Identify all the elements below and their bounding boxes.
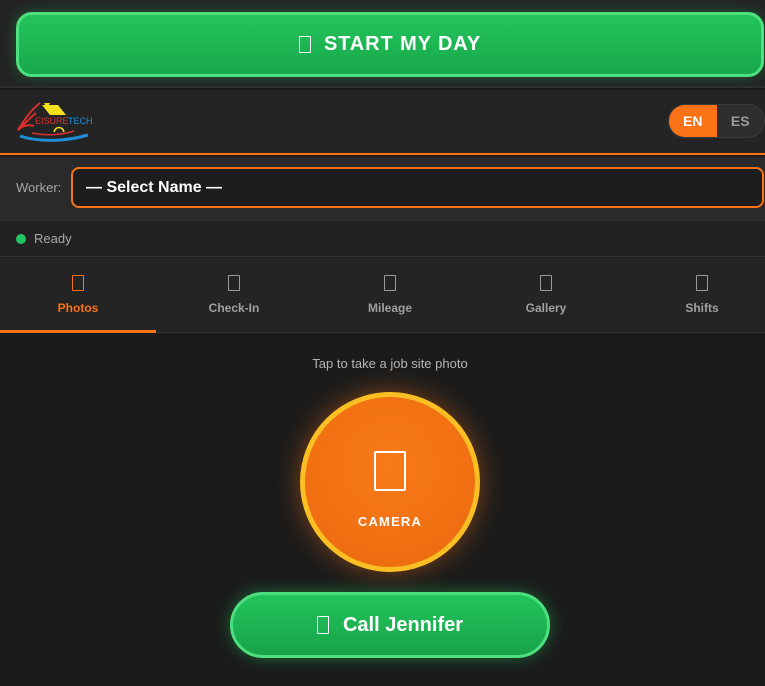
photo-hint: Tap to take a job site photo <box>312 356 468 371</box>
leisuretech-logo: EISURE TECH <box>17 102 93 142</box>
top-bar: START MY DAY <box>0 0 765 88</box>
worker-row: Worker: — Select Name — <box>0 157 765 221</box>
tab-photos[interactable]: Photos <box>0 258 156 333</box>
language-es-button[interactable]: ES <box>717 105 765 137</box>
tab-bar: Photos Check-In Mileage Gallery Shifts <box>0 258 765 333</box>
worker-select-value: — Select Name — <box>86 178 223 196</box>
tab-photos-label: Photos <box>57 301 99 315</box>
call-jennifer-button[interactable]: Call Jennifer <box>230 592 550 658</box>
phone-icon <box>316 616 329 634</box>
status-bar: Ready <box>0 222 765 257</box>
camera-button[interactable]: CAMERA <box>300 392 480 572</box>
car-icon <box>384 275 396 291</box>
status-indicator <box>16 234 26 244</box>
tab-shifts[interactable]: Shifts <box>624 258 765 332</box>
clock-icon <box>696 275 708 291</box>
tab-gallery[interactable]: Gallery <box>468 258 624 332</box>
worker-select[interactable]: — Select Name — <box>71 167 764 208</box>
pin-icon <box>228 275 240 291</box>
tab-shifts-label: Shifts <box>685 301 719 315</box>
tab-check-in-label: Check-In <box>208 301 260 315</box>
app-header: EISURE TECH EN ES <box>0 90 765 155</box>
status-text: Ready <box>34 231 72 246</box>
camera-icon <box>72 275 84 291</box>
start-my-day-label: START MY DAY <box>323 33 482 55</box>
language-en-button[interactable]: EN <box>669 105 717 137</box>
tab-check-in[interactable]: Check-In <box>156 258 312 332</box>
camera-label: CAMERA <box>357 514 423 529</box>
svg-text:TECH: TECH <box>68 116 93 126</box>
tab-mileage-label: Mileage <box>367 301 412 315</box>
call-jennifer-label: Call Jennifer <box>342 613 464 636</box>
tab-mileage[interactable]: Mileage <box>312 258 468 332</box>
start-my-day-button[interactable]: START MY DAY <box>16 12 764 77</box>
language-toggle: EN ES <box>668 104 765 138</box>
svg-text:EISURE: EISURE <box>35 116 69 126</box>
worker-label: Worker: <box>16 180 62 195</box>
sun-icon <box>298 36 311 53</box>
tab-gallery-label: Gallery <box>525 301 567 315</box>
images-icon <box>540 275 552 291</box>
camera-icon <box>374 451 406 491</box>
